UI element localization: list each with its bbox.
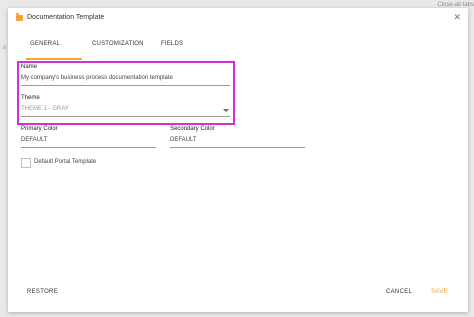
tab-bar: GENERAL CUSTOMIZATION FIELDS [18, 36, 468, 60]
primary-color-underline [21, 147, 156, 148]
save-button[interactable]: SAVE [431, 289, 448, 295]
default-portal-template-checkbox[interactable] [21, 158, 31, 168]
theme-field[interactable]: Theme THEME 1 - GRAY [21, 95, 230, 117]
background-left-text: s [3, 45, 6, 51]
tab-customization[interactable]: CUSTOMIZATION [92, 41, 144, 47]
folder-icon [16, 13, 23, 21]
dialog-title: Documentation Template [27, 14, 105, 21]
secondary-color-underline [170, 147, 305, 148]
name-underline [21, 85, 230, 86]
default-portal-template-label: Default Portal Template [34, 159, 97, 165]
theme-select[interactable]: THEME 1 - GRAY [21, 106, 230, 112]
primary-color-input[interactable]: DEFAULT [21, 137, 156, 143]
chevron-down-icon[interactable] [223, 109, 229, 112]
secondary-color-label: Secondary Color [170, 126, 215, 132]
dialog-header: Documentation Template ✕ [8, 8, 468, 30]
theme-underline [21, 116, 230, 117]
theme-label: Theme [21, 95, 40, 101]
name-field[interactable]: Name My company's business process docum… [21, 64, 230, 86]
cancel-button[interactable]: CANCEL [386, 289, 412, 295]
secondary-color-input[interactable]: DEFAULT [170, 137, 305, 143]
restore-button[interactable]: RESTORE [27, 289, 58, 295]
name-input[interactable]: My company's business process documentat… [21, 75, 230, 81]
close-icon[interactable]: ✕ [453, 13, 461, 22]
primary-color-label: Primary Color [21, 126, 58, 132]
name-label: Name [21, 64, 38, 70]
tab-general[interactable]: GENERAL [30, 41, 60, 47]
documentation-template-dialog: Documentation Template ✕ GENERAL CUSTOMI… [8, 8, 468, 312]
primary-color-field[interactable]: Primary Color DEFAULT [21, 126, 156, 148]
secondary-color-field[interactable]: Secondary Color DEFAULT [170, 126, 305, 148]
active-tab-indicator [26, 58, 82, 60]
tab-fields[interactable]: FIELDS [161, 41, 183, 47]
page: Close-all-tabs s Documentation Template … [0, 0, 474, 317]
